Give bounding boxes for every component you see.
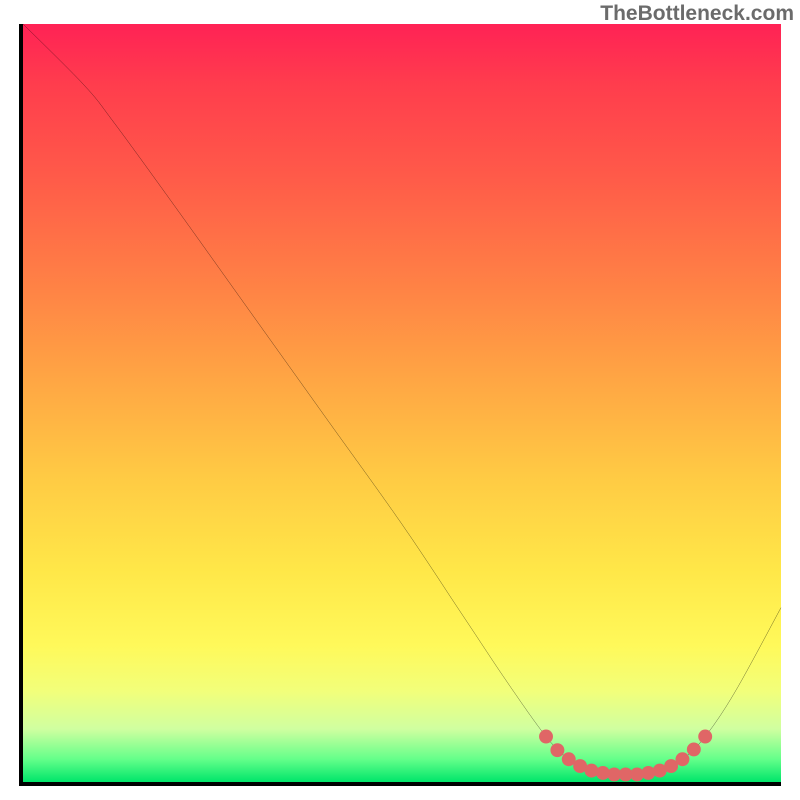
optimal-marker [550, 743, 564, 757]
chart-frame [19, 24, 781, 786]
optimal-marker [687, 742, 701, 756]
optimal-marker [675, 752, 689, 766]
optimal-range-markers [539, 730, 712, 782]
optimal-marker [698, 730, 712, 744]
bottleneck-curve [23, 24, 781, 775]
plot-area [23, 24, 781, 782]
chart-svg [23, 24, 781, 782]
optimal-marker [539, 730, 553, 744]
attribution-text: TheBottleneck.com [600, 2, 794, 26]
